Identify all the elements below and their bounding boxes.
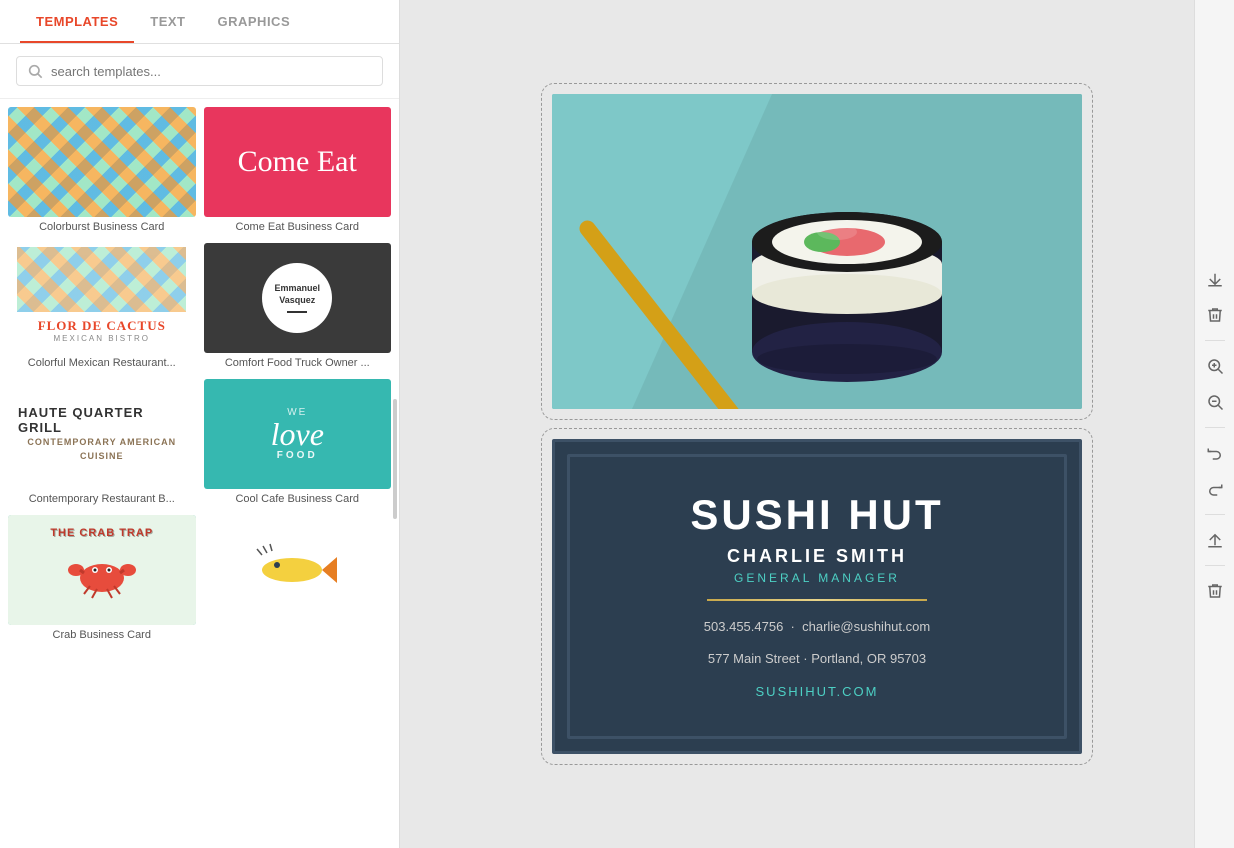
templates-grid: Colorburst Business Card Come Eat Come E… — [0, 99, 399, 848]
search-bar — [0, 44, 399, 99]
zoom-in-button[interactable] — [1200, 351, 1230, 381]
zoom-out-button[interactable] — [1200, 387, 1230, 417]
template-comfortfood[interactable]: EmmanuelVasquez Comfort Food Truck Owner… — [204, 243, 392, 371]
template-crab-label: Crab Business Card — [8, 625, 196, 643]
search-icon — [27, 63, 43, 79]
flor-text-main: FLOR DE CACTUS — [38, 318, 166, 334]
sushi-illustration — [552, 94, 1082, 409]
tab-bar: TEMPLATES TEXT GRAPHICS — [0, 0, 399, 44]
coolcafe-love: love — [271, 418, 324, 450]
canvas-content: SUSHI HUT CHARLIE SMITH GENERAL MANAGER … — [552, 94, 1082, 754]
template-colorburst[interactable]: Colorburst Business Card — [8, 107, 196, 235]
download-button[interactable] — [1200, 264, 1230, 294]
toolbar-separator-4 — [1205, 565, 1225, 566]
contact-address: 577 Main Street · Portland, OR 95703 — [708, 647, 926, 670]
restaurant-text-sub: CONTEMPORARY AMERICAN CUISINE — [18, 435, 186, 464]
divider-line — [707, 599, 927, 601]
contact-phone-email: 503.455.4756 · charlie@sushihut.com — [704, 615, 930, 638]
template-crab[interactable]: THE CRAB TRAP Crab Business Card — [8, 515, 196, 643]
tab-templates[interactable]: TEMPLATES — [20, 0, 134, 43]
restaurant-text-main: HAUTE QUARTER GRILL — [18, 405, 186, 435]
search-input[interactable] — [51, 64, 372, 79]
trash-button[interactable] — [1200, 300, 1230, 330]
template-comfortfood-label: Comfort Food Truck Owner ... — [204, 353, 392, 371]
person-title: GENERAL MANAGER — [734, 571, 900, 585]
upload-button[interactable] — [1200, 525, 1230, 555]
crab-icon — [62, 540, 142, 600]
crab-title: THE CRAB TRAP — [50, 527, 153, 539]
flor-text-sub: MEXICAN BISTRO — [38, 334, 166, 343]
template-restaurant[interactable]: HAUTE QUARTER GRILL CONTEMPORARY AMERICA… — [8, 379, 196, 507]
toolbar-separator-3 — [1205, 514, 1225, 515]
tab-graphics[interactable]: GRAPHICS — [202, 0, 307, 43]
comeeat-text: Come Eat — [238, 145, 357, 179]
redo-button[interactable] — [1200, 474, 1230, 504]
coolcafe-food: FOOD — [277, 450, 318, 461]
toolbar-separator-2 — [1205, 427, 1225, 428]
template-bottom[interactable] — [204, 515, 392, 643]
website-url: SUSHIHUT.COM — [756, 684, 879, 699]
card-front[interactable] — [552, 94, 1082, 409]
toolbar-separator-1 — [1205, 340, 1225, 341]
template-coolcafe[interactable]: WE love FOOD Cool Cafe Business Card — [204, 379, 392, 507]
left-panel: TEMPLATES TEXT GRAPHICS Colorburst Busin… — [0, 0, 400, 848]
comfort-circle: EmmanuelVasquez — [262, 263, 332, 333]
card-back[interactable]: SUSHI HUT CHARLIE SMITH GENERAL MANAGER … — [552, 439, 1082, 754]
undo-button[interactable] — [1200, 438, 1230, 468]
trash2-button[interactable] — [1200, 576, 1230, 606]
canvas-area: SUSHI HUT CHARLIE SMITH GENERAL MANAGER … — [400, 0, 1234, 848]
person-name: CHARLIE SMITH — [727, 546, 907, 567]
fish-icon — [237, 535, 357, 605]
search-input-wrap — [16, 56, 383, 86]
template-coolcafe-label: Cool Cafe Business Card — [204, 489, 392, 507]
template-flordecactus[interactable]: FLOR DE CACTUS MEXICAN BISTRO Colorful M… — [8, 243, 196, 371]
template-bottom-label — [204, 625, 392, 631]
tab-text[interactable]: TEXT — [134, 0, 201, 43]
template-comeeat[interactable]: Come Eat Come Eat Business Card — [204, 107, 392, 235]
right-toolbar — [1194, 0, 1234, 848]
template-flordecactus-label: Colorful Mexican Restaurant... — [8, 353, 196, 371]
template-comeeat-label: Come Eat Business Card — [204, 217, 392, 235]
brand-name: SUSHI HUT — [690, 494, 943, 536]
template-restaurant-label: Contemporary Restaurant B... — [8, 489, 196, 507]
template-colorburst-label: Colorburst Business Card — [8, 217, 196, 235]
scrollbar[interactable] — [393, 399, 397, 519]
